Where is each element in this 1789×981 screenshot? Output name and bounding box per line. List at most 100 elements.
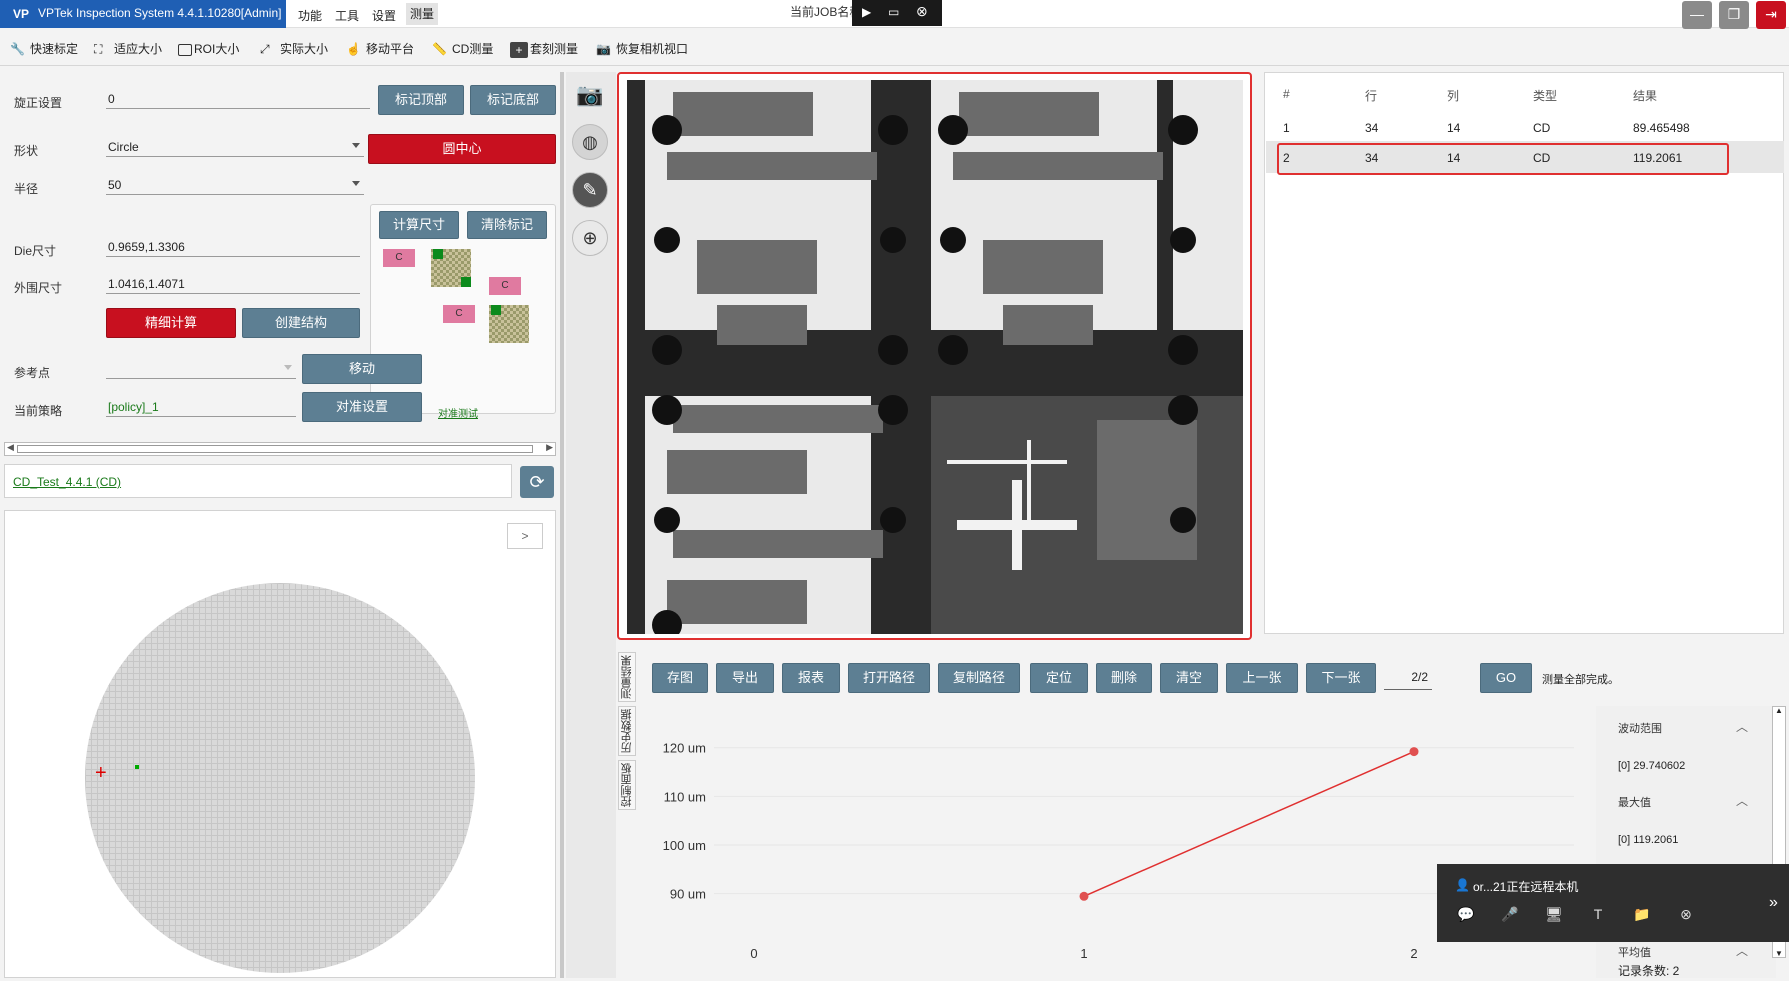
cell-result[interactable]: 119.2061 — [1633, 151, 1682, 165]
prev-button[interactable]: 上一张 — [1226, 663, 1298, 693]
menu-measure[interactable]: 测量 — [406, 3, 439, 25]
cell-index[interactable]: 2 — [1283, 151, 1290, 165]
folder-icon[interactable]: 📁 — [1631, 906, 1653, 926]
col-header-col[interactable]: 列 — [1447, 87, 1459, 104]
fine-calc-button[interactable]: 精细计算 — [106, 308, 236, 338]
tab-history[interactable]: 历史数据 — [618, 706, 636, 756]
cell-index[interactable]: 1 — [1283, 121, 1290, 135]
data-point[interactable] — [1409, 747, 1419, 757]
move-button[interactable]: 移动 — [302, 354, 422, 384]
radius-select[interactable]: 50 — [106, 175, 364, 195]
tool-actual-size[interactable]: ⤢ 实际大小 — [260, 40, 328, 58]
grid-sphere-icon[interactable]: ◍ — [572, 124, 608, 160]
chevron-up-icon[interactable]: ︿ — [1736, 942, 1748, 959]
inspection-image[interactable] — [627, 80, 1243, 634]
chevron-up-icon[interactable]: ︿ — [1736, 792, 1748, 809]
scroll-thumb[interactable] — [17, 445, 533, 453]
cell-col[interactable]: 14 — [1447, 121, 1460, 135]
mark-bottom-button[interactable]: 标记底部 — [470, 85, 556, 115]
tool-cd-measure[interactable]: 📏 CD测量 — [432, 40, 493, 58]
shape-select[interactable]: Circle — [106, 137, 364, 157]
text-icon[interactable]: T — [1587, 906, 1609, 926]
screen-share-icon[interactable]: 🖥 — [1543, 906, 1565, 926]
col-header-type[interactable]: 类型 — [1533, 87, 1557, 104]
y-tick-label: 120 um — [663, 741, 706, 756]
wafer-map[interactable] — [85, 583, 475, 973]
create-structure-button[interactable]: 创建结构 — [242, 308, 360, 338]
chip-c-2[interactable]: C — [489, 277, 521, 295]
close-icon[interactable]: ⊗ — [916, 3, 928, 20]
tool-fit-size[interactable]: ⛶ 适应大小 — [94, 40, 162, 58]
menu-settings[interactable]: 设置 — [372, 7, 396, 24]
play-icon[interactable]: ▶ — [862, 5, 871, 19]
keyboard-icon[interactable]: ▭ — [888, 5, 899, 19]
menu-function[interactable]: 功能 — [298, 7, 322, 24]
report-button[interactable]: 报表 — [782, 663, 840, 693]
scroll-left-icon[interactable]: ◀ — [7, 442, 14, 453]
cell-row[interactable]: 34 — [1365, 121, 1378, 135]
chip-c-3[interactable]: C — [443, 305, 475, 323]
clear-mark-button[interactable]: 清除标记 — [467, 211, 547, 239]
chevron-up-icon[interactable]: ︿ — [1736, 718, 1748, 735]
open-path-button[interactable]: 打开路径 — [848, 663, 930, 693]
tool-quick-calibrate[interactable]: 🔧 快速标定 — [10, 40, 78, 58]
page-indicator[interactable]: 2/2 — [1384, 670, 1432, 690]
outer-size-input[interactable]: 1.0416,1.4071 — [106, 274, 360, 294]
image-viewer[interactable] — [617, 72, 1252, 640]
scroll-down-icon[interactable]: ▼ — [1775, 949, 1783, 958]
rotation-input[interactable]: 0 — [106, 89, 370, 109]
next-button[interactable]: 下一张 — [1306, 663, 1376, 693]
calc-size-button[interactable]: 计算尺寸 — [379, 211, 459, 239]
camera-icon[interactable]: 📷 — [572, 78, 608, 114]
scroll-right-icon[interactable]: ▶ — [546, 442, 553, 453]
data-point[interactable] — [1079, 891, 1089, 901]
expand-button[interactable]: > — [507, 523, 543, 549]
cell-col[interactable]: 14 — [1447, 151, 1460, 165]
delete-button[interactable]: 删除 — [1096, 663, 1152, 693]
copy-path-button[interactable]: 复制路径 — [938, 663, 1020, 693]
mic-icon[interactable]: 🎤 — [1499, 906, 1521, 926]
locate-button[interactable]: 定位 — [1030, 663, 1088, 693]
horizontal-scrollbar[interactable]: ◀ ▶ — [4, 442, 556, 456]
clear-button[interactable]: 清空 — [1160, 663, 1218, 693]
col-header-index[interactable]: # — [1283, 87, 1290, 101]
restore-button[interactable]: ❐ — [1719, 1, 1749, 29]
menu-tools[interactable]: 工具 — [335, 7, 359, 24]
app-title-box: VP VPTek Inspection System 4.4.1.10280[A… — [0, 0, 286, 28]
ref-point-select[interactable] — [106, 359, 296, 379]
refresh-settings-icon[interactable]: ⟳ — [520, 466, 554, 498]
chat-icon[interactable]: 💬 — [1455, 906, 1477, 926]
mark-top-button[interactable]: 标记顶部 — [378, 85, 464, 115]
save-image-button[interactable]: 存图 — [652, 663, 708, 693]
cell-result[interactable]: 89.465498 — [1633, 121, 1690, 135]
collapse-remote-icon[interactable]: » — [1758, 864, 1789, 942]
cell-type[interactable]: CD — [1533, 151, 1550, 165]
tool-overlay-measure[interactable]: + 套刻测量 — [510, 40, 578, 58]
minimize-button[interactable]: — — [1682, 1, 1712, 29]
export-button[interactable]: 导出 — [716, 663, 774, 693]
exit-button[interactable]: ⇥ — [1756, 1, 1786, 29]
tool-move-stage[interactable]: ☝ 移动平台 — [346, 40, 414, 58]
cell-row[interactable]: 34 — [1365, 151, 1378, 165]
col-header-row[interactable]: 行 — [1365, 87, 1377, 104]
chip-c-1[interactable]: C — [383, 249, 415, 267]
circle-center-button[interactable]: 圆中心 — [368, 134, 556, 164]
panel-splitter[interactable] — [560, 72, 564, 978]
close-circle-icon[interactable]: ⊗ — [1675, 906, 1697, 926]
tool-roi-size[interactable]: ROI大小 — [178, 40, 239, 57]
align-settings-button[interactable]: 对准设置 — [302, 392, 422, 422]
col-header-result[interactable]: 结果 — [1633, 87, 1657, 104]
tab-results[interactable]: 测量结果 — [618, 652, 636, 702]
tab-control[interactable]: 控制面板 — [618, 760, 636, 810]
ruler-tool-icon[interactable]: ✎ — [572, 172, 608, 208]
scroll-up-icon[interactable]: ▲ — [1775, 706, 1783, 715]
policy-input[interactable]: [policy]_1 — [106, 397, 296, 417]
cell-type[interactable]: CD — [1533, 121, 1550, 135]
go-button[interactable]: GO — [1480, 663, 1532, 693]
align-test-link[interactable]: 对准测试 — [438, 405, 478, 420]
recipe-link[interactable]: CD_Test_4.4.1 (CD) — [13, 475, 121, 489]
remote-control-bar[interactable]: ▶ ▭ ⊗ — [852, 0, 942, 26]
tool-restore-camera[interactable]: 📷 恢复相机视口 — [596, 40, 688, 58]
target-grid-icon[interactable]: ⊕ — [572, 220, 608, 256]
die-size-input[interactable]: 0.9659,1.3306 — [106, 237, 360, 257]
